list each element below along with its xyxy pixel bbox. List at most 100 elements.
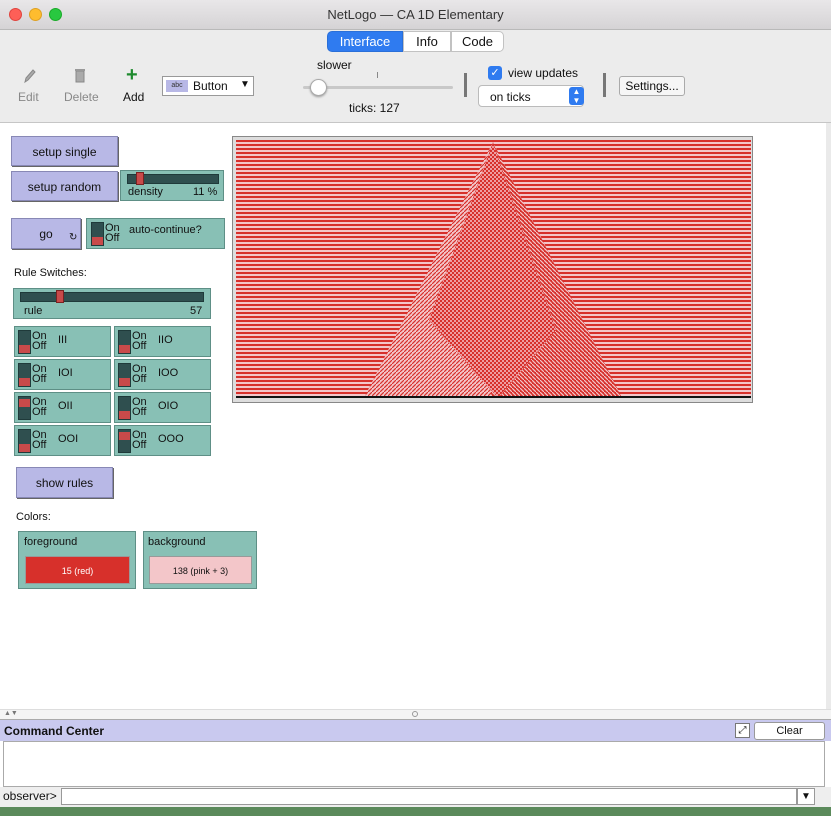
clear-button[interactable]: Clear: [754, 722, 825, 740]
foreground-value[interactable]: 15 (red): [25, 556, 130, 584]
switch-track: [118, 363, 131, 387]
window-title: NetLogo — CA 1D Elementary: [327, 7, 504, 22]
command-output[interactable]: [3, 741, 825, 787]
splitter[interactable]: ▲▼: [0, 709, 831, 719]
command-input[interactable]: [61, 788, 797, 805]
switch-off-label: Off: [132, 340, 147, 352]
chevron-down-icon: ▼: [240, 79, 250, 90]
delete-label: Delete: [64, 90, 99, 104]
rule-slider-thumb[interactable]: [56, 290, 64, 303]
switch-track: [91, 222, 104, 246]
bottom-strip: [0, 807, 831, 816]
switch-knob: [119, 378, 130, 386]
rule-slider-track[interactable]: [20, 292, 204, 302]
ticks-counter: ticks: 127: [349, 101, 400, 115]
speed-slider-thumb[interactable]: [310, 79, 327, 96]
auto-continue-label: auto-continue?: [129, 224, 202, 236]
rule-switches-label: Rule Switches:: [14, 267, 87, 279]
switch-knob: [19, 399, 30, 407]
rule-slider[interactable]: rule 57: [13, 288, 211, 319]
foreground-label: foreground: [24, 536, 78, 548]
density-slider-thumb[interactable]: [136, 172, 144, 185]
speed-center-tick: [377, 72, 378, 78]
rule-switch-label: IIO: [158, 334, 173, 346]
right-edge: [826, 123, 831, 719]
switch-off-label: Off: [32, 439, 47, 451]
switch-track: [18, 396, 31, 420]
view-updates-label: view updates: [508, 66, 579, 80]
switch-track: [18, 330, 31, 354]
switch-off-label: Off: [132, 406, 147, 418]
density-value: 11 %: [193, 186, 218, 198]
rule-label: rule: [24, 305, 43, 317]
foreground-chooser[interactable]: foreground 15 (red): [18, 531, 136, 589]
rule-switch-iii[interactable]: On Off III: [14, 326, 111, 357]
rule-switch-oii[interactable]: On Off OII: [14, 392, 111, 423]
switch-track: [118, 429, 131, 453]
rule-switch-label: III: [58, 334, 68, 346]
settings-button[interactable]: Settings...: [619, 76, 685, 96]
rule-switch-ioo[interactable]: On Off IOO: [114, 359, 211, 390]
switch-off-label: Off: [32, 406, 47, 418]
expand-icon[interactable]: ⤢: [735, 723, 750, 738]
switch-off-label: Off: [132, 373, 147, 385]
command-input-row: observer> ▼: [0, 787, 831, 807]
rule-switch-ioi[interactable]: On Off IOI: [14, 359, 111, 390]
splitter-arrows-icon: ▲▼: [4, 710, 18, 717]
go-button[interactable]: go ↻: [11, 218, 81, 249]
widget-type-value: Button: [193, 79, 228, 93]
rule-switch-ooi[interactable]: On Off OOI: [14, 425, 111, 456]
view-updates-checkbox[interactable]: ✓: [488, 66, 502, 80]
add-button[interactable]: + Add: [120, 64, 150, 104]
switch-track: [18, 429, 31, 453]
widget-type-select[interactable]: abc Button ▼: [162, 76, 254, 96]
pencil-icon: [24, 69, 36, 84]
switch-knob: [19, 345, 30, 353]
toolbar-divider-2: [603, 73, 606, 97]
switch-off-label: Off: [32, 340, 47, 352]
world-view[interactable]: [236, 140, 751, 398]
switch-off-label: Off: [32, 373, 47, 385]
switch-knob: [19, 378, 30, 386]
switch-track: [118, 396, 131, 420]
stepper-arrows-icon: ▲ ▼: [569, 87, 584, 105]
ca-bottom-edge: [236, 396, 751, 398]
auto-continue-switch[interactable]: On Off auto-continue?: [86, 218, 225, 249]
setup-single-button[interactable]: setup single: [11, 136, 118, 166]
switch-knob: [119, 411, 130, 419]
rule-switch-ooo[interactable]: On Off OOO: [114, 425, 211, 456]
command-center-title: Command Center: [4, 724, 105, 738]
trash-icon: [75, 69, 85, 83]
rule-switch-label: IOI: [58, 367, 73, 379]
switch-track: [18, 363, 31, 387]
rule-switch-oio[interactable]: On Off OIO: [114, 392, 211, 423]
tab-code[interactable]: Code: [451, 31, 504, 52]
tab-info[interactable]: Info: [403, 31, 451, 52]
command-center-header: Command Center ⤢ Clear: [0, 719, 831, 741]
switch-knob: [119, 345, 130, 353]
background-label: background: [148, 536, 206, 548]
background-value[interactable]: 138 (pink + 3): [149, 556, 252, 584]
show-rules-button[interactable]: show rules: [16, 467, 113, 498]
switch-knob: [92, 237, 103, 245]
edit-button[interactable]: Edit: [14, 68, 44, 104]
delete-button[interactable]: Delete: [60, 68, 100, 104]
switch-knob: [119, 432, 130, 440]
rule-switch-label: OOI: [58, 433, 79, 445]
go-label: go: [39, 227, 53, 241]
command-history-dropdown[interactable]: ▼: [797, 788, 815, 805]
switch-off-label: Off: [105, 232, 120, 244]
setup-random-button[interactable]: setup random: [11, 171, 118, 201]
tab-interface[interactable]: Interface: [327, 31, 403, 52]
density-label: density: [128, 186, 163, 198]
rule-switch-iio[interactable]: On Off IIO: [114, 326, 211, 357]
world-view-frame: [232, 136, 753, 403]
density-slider[interactable]: density 11 %: [120, 170, 224, 201]
background-chooser[interactable]: background 138 (pink + 3): [143, 531, 257, 589]
switch-track: [118, 330, 131, 354]
update-mode-select[interactable]: on ticks ▲ ▼: [478, 85, 584, 107]
observer-prompt[interactable]: observer>: [3, 789, 57, 803]
switch-off-label: Off: [132, 439, 147, 451]
button-widget-icon: abc: [166, 80, 188, 92]
forever-icon: ↻: [69, 232, 78, 243]
